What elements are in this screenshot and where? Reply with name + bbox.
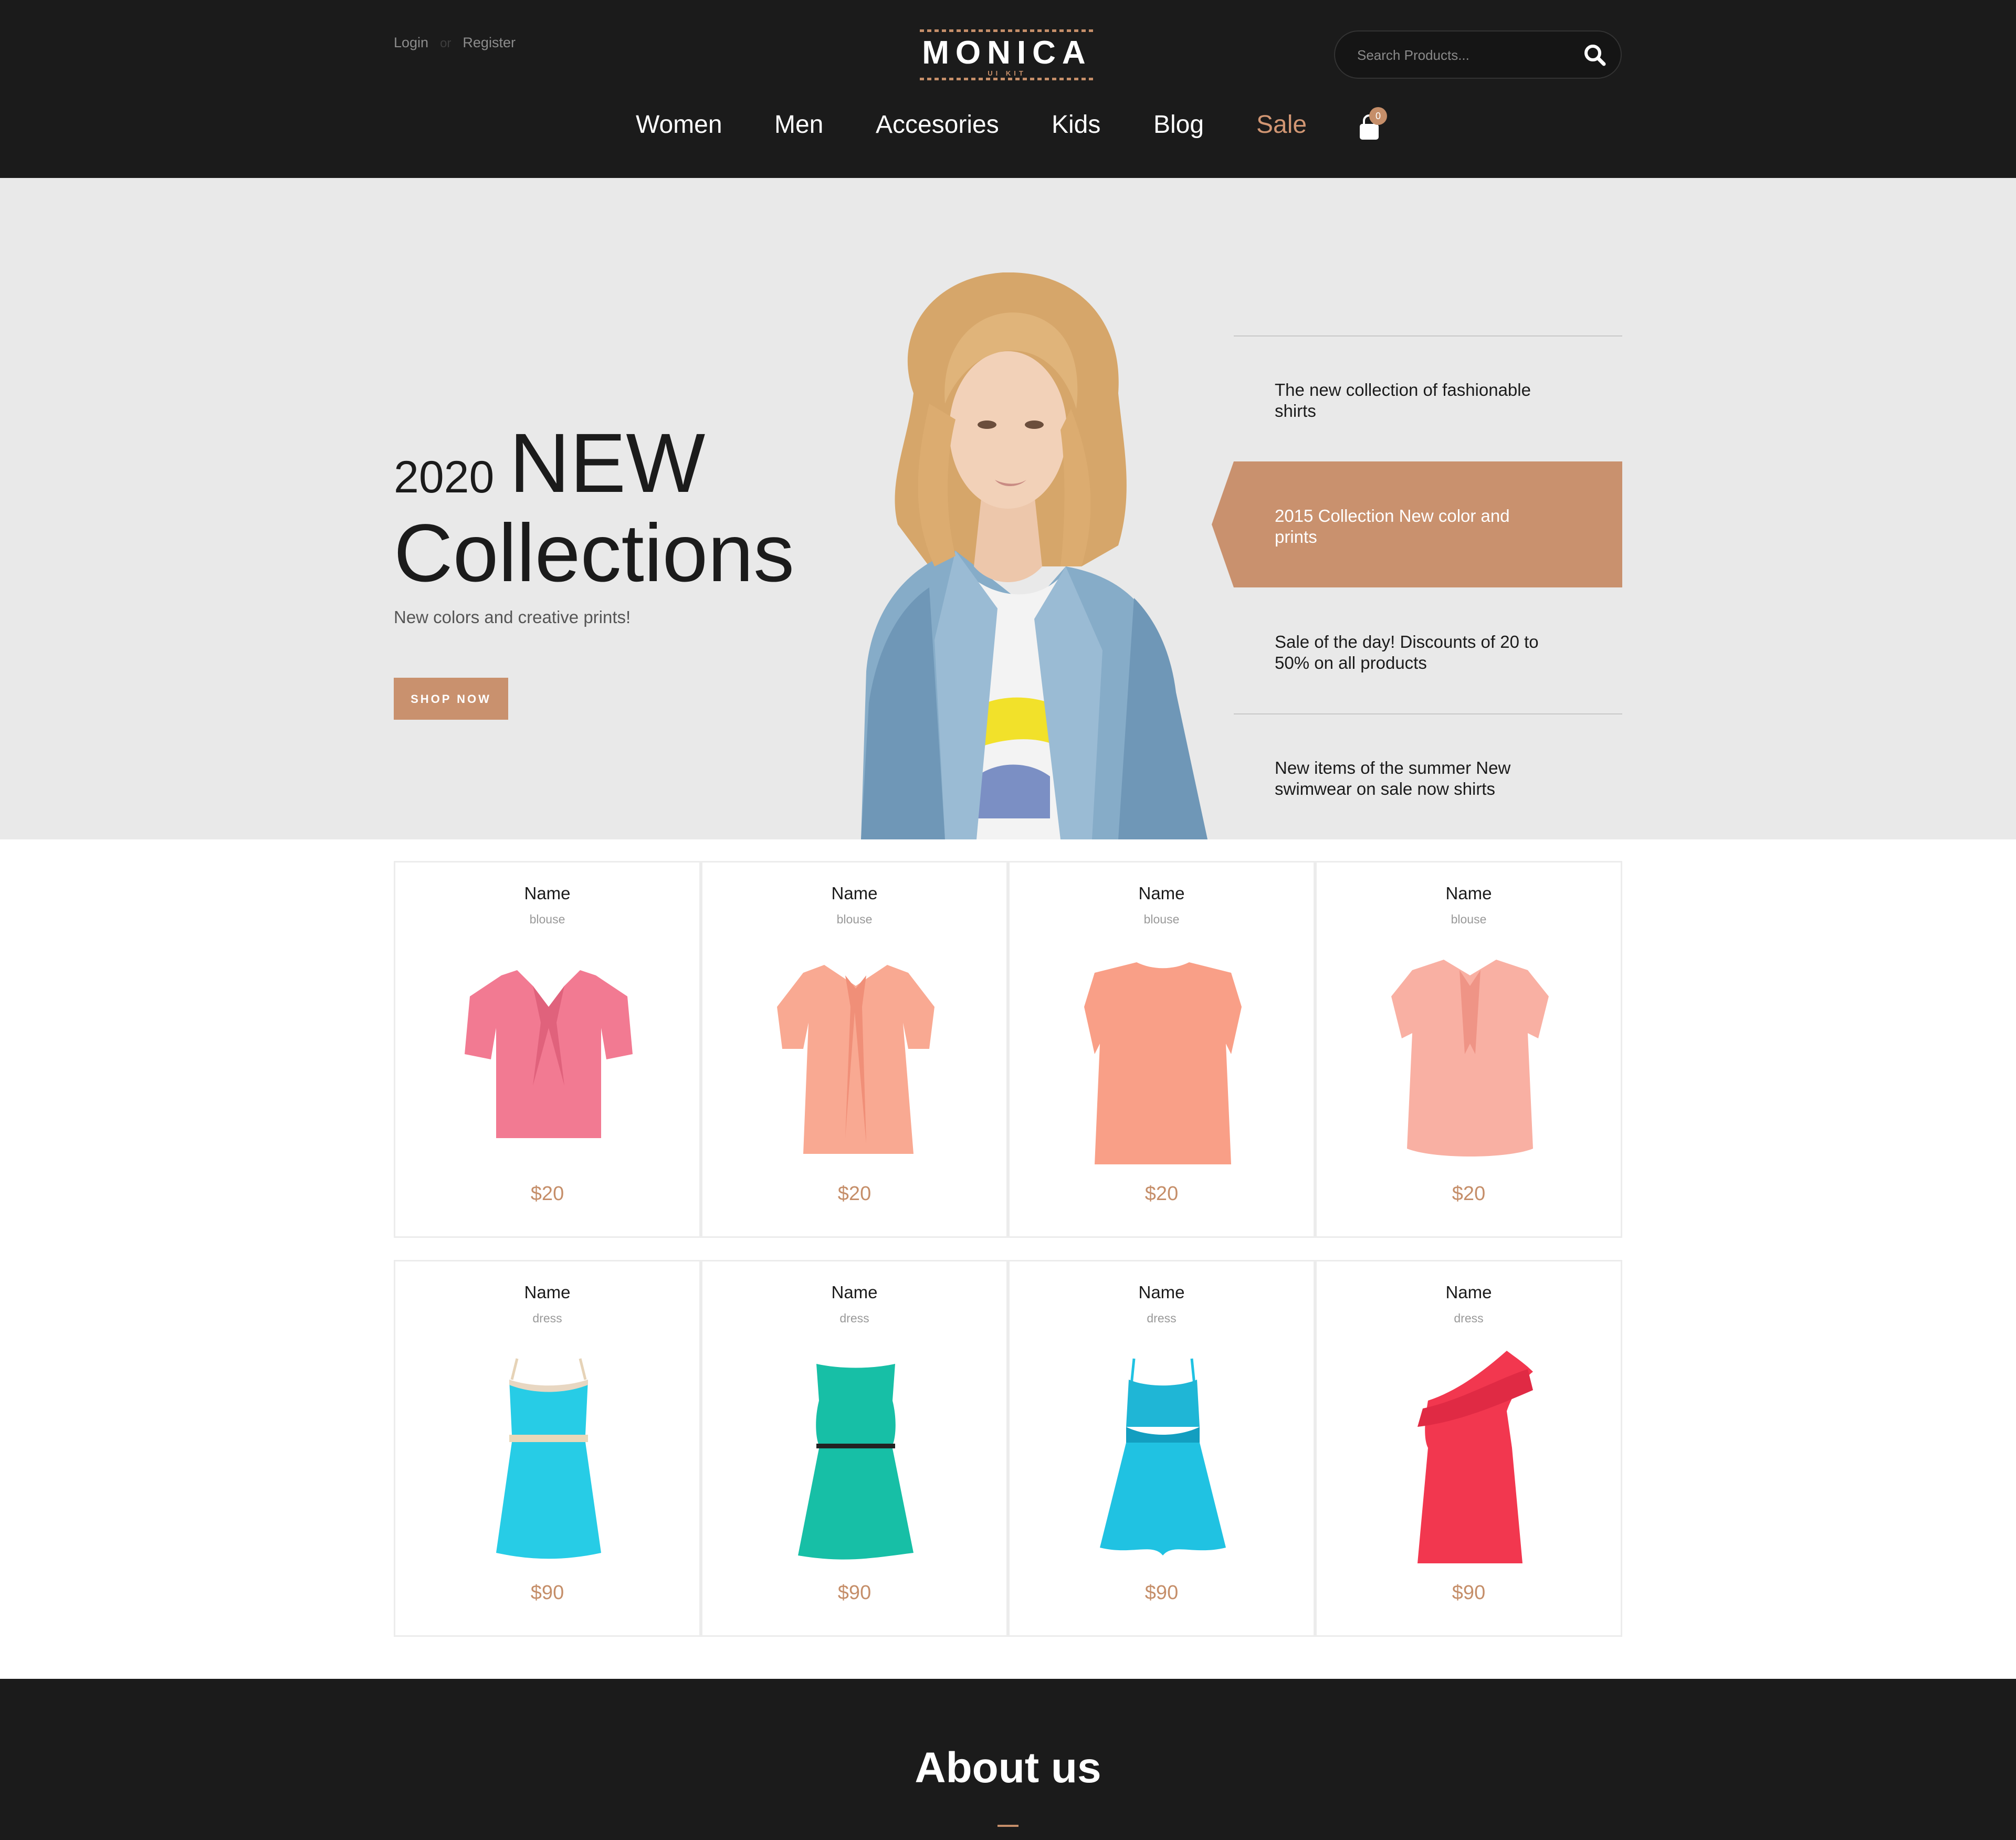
search-button[interactable]	[1582, 42, 1608, 68]
nav-item-men[interactable]: Men	[774, 108, 823, 142]
product-name: Name	[1445, 884, 1492, 903]
hero-year: 2020	[394, 452, 495, 502]
slide-divider	[1234, 713, 1622, 714]
product-category: blouse	[836, 912, 873, 926]
cart-button[interactable]: 0	[1358, 106, 1389, 143]
search-input[interactable]	[1356, 42, 1568, 68]
product-category: dress	[1147, 1311, 1177, 1325]
dress-image	[1100, 1358, 1226, 1555]
auth-separator: or	[440, 36, 452, 50]
product-card[interactable]: Name blouse $20	[701, 861, 1008, 1238]
nav-item-kids[interactable]: Kids	[1052, 108, 1100, 142]
product-card[interactable]: Name dress $90	[1315, 1260, 1622, 1637]
slide-text: New items of the summer New swimwear on …	[1275, 758, 1511, 798]
product-price: $20	[530, 1183, 564, 1205]
product-category: blouse	[1451, 912, 1487, 926]
logo-subtitle: UI KIT	[988, 69, 1026, 77]
about-section: About us	[0, 1679, 2016, 1840]
slide-item-active[interactable]: 2015 Collection New color and prints	[1212, 461, 1622, 587]
nav-item-women[interactable]: Women	[636, 108, 722, 142]
login-link[interactable]: Login	[394, 35, 428, 50]
product-category: blouse	[529, 912, 565, 926]
dress-image	[798, 1364, 914, 1560]
auth-links: Login or Register	[394, 35, 516, 51]
hero-banner: 2020 NEW Collections New colors and crea…	[0, 178, 2016, 839]
search-icon	[1584, 45, 1606, 66]
dress-image	[496, 1358, 601, 1559]
slide-text: The new collection of fashionable shirts	[1275, 380, 1531, 420]
register-link[interactable]: Register	[463, 35, 516, 50]
logo-text: MONICA	[922, 35, 1092, 71]
nav-item-accesories[interactable]: Accesories	[876, 108, 999, 142]
product-price: $20	[837, 1183, 872, 1205]
product-card[interactable]: Name dress $90	[701, 1260, 1008, 1637]
slide-item[interactable]: New items of the summer New swimwear on …	[1234, 713, 1622, 839]
product-name: Name	[831, 884, 878, 903]
site-logo[interactable]: MONICA UI KIT	[920, 29, 1094, 84]
product-name: Name	[1445, 1282, 1492, 1302]
product-name: Name	[1138, 1282, 1185, 1302]
product-card[interactable]: Name dress $90	[1008, 1260, 1315, 1637]
product-name: Name	[1138, 884, 1185, 903]
product-name: Name	[524, 884, 571, 903]
cart-count-badge: 0	[1369, 107, 1387, 125]
nav-item-blog[interactable]: Blog	[1153, 108, 1204, 142]
product-price: $90	[530, 1582, 564, 1604]
site-header: Loginor Register MONICA UI KIT Women Men …	[0, 0, 2016, 178]
product-category: dress	[1454, 1311, 1484, 1325]
about-title-underline	[998, 1825, 1018, 1827]
slide-item[interactable]: The new collection of fashionable shirts	[1234, 335, 1622, 461]
slide-text: 2015 Collection New color and prints	[1275, 506, 1510, 546]
about-title: About us	[915, 1744, 1101, 1792]
blouse-image	[1391, 960, 1549, 1156]
product-card[interactable]: Name dress $90	[394, 1260, 701, 1637]
product-price: $20	[1144, 1183, 1179, 1205]
product-card[interactable]: Name blouse $20	[1315, 861, 1622, 1238]
shop-now-button[interactable]: SHOP NOW	[394, 678, 508, 720]
product-category: blouse	[1143, 912, 1180, 926]
slide-divider	[1234, 335, 1622, 337]
product-name: Name	[524, 1282, 571, 1302]
dress-image	[1418, 1351, 1533, 1563]
product-category: dress	[532, 1311, 562, 1325]
product-price: $20	[1452, 1183, 1486, 1205]
slide-item[interactable]: Sale of the day! Discounts of 20 to 50% …	[1234, 587, 1622, 713]
hero-tagline: New colors and creative prints!	[394, 607, 631, 627]
logo-top-line	[920, 29, 1094, 32]
hero-model-image	[861, 272, 1208, 839]
product-card[interactable]: Name blouse $20	[1008, 861, 1315, 1238]
blouse-image	[465, 970, 633, 1138]
hero-headline: Collections	[394, 508, 795, 599]
blouse-image	[777, 965, 934, 1154]
product-category: dress	[839, 1311, 869, 1325]
search-box	[1334, 30, 1622, 79]
product-price: $90	[1144, 1582, 1179, 1604]
product-price: $90	[837, 1582, 872, 1604]
product-card[interactable]: Name blouse $20	[394, 861, 701, 1238]
nav-item-sale[interactable]: Sale	[1256, 108, 1307, 142]
slide-text: Sale of the day! Discounts of 20 to 50% …	[1275, 632, 1539, 672]
product-name: Name	[831, 1282, 878, 1302]
main-nav: Women Men Accesories Kids Blog Sale	[0, 108, 2016, 145]
hero-headline-word: NEW	[509, 416, 706, 510]
logo-bottom-line	[920, 78, 1094, 80]
blouse-image	[1084, 962, 1242, 1164]
product-price: $90	[1452, 1582, 1486, 1604]
